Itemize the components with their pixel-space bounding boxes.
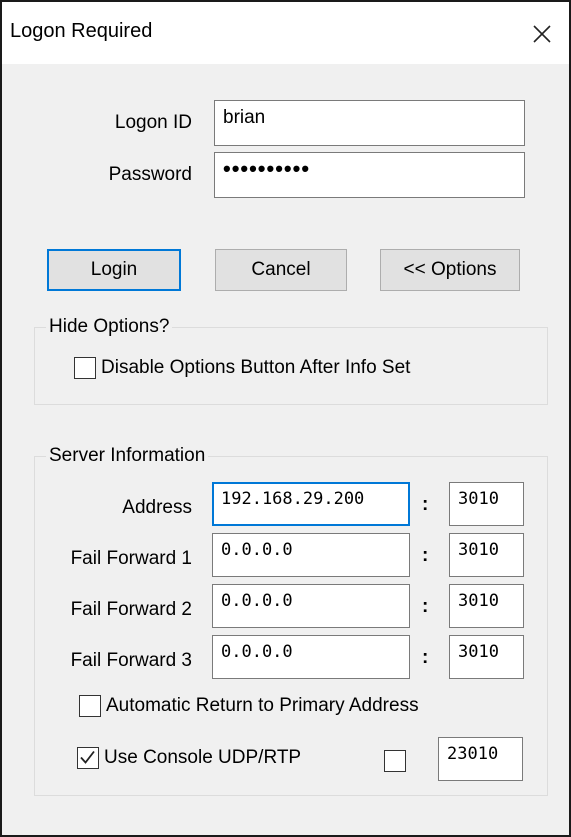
address-port-input[interactable]: 3010 xyxy=(449,482,524,526)
title-bar: Logon Required xyxy=(2,2,569,64)
udp-rtp-checkbox[interactable] xyxy=(77,747,99,769)
fail-forward-1-input[interactable]: 0.0.0.0 xyxy=(212,533,410,577)
fail-forward-2-port-input[interactable]: 3010 xyxy=(449,584,524,628)
fail-forward-2-label: Fail Forward 2 xyxy=(70,599,192,620)
udp-port-input[interactable]: 23010 xyxy=(438,737,523,781)
logon-dialog: Logon Required Logon ID brian Password •… xyxy=(0,0,571,837)
server-info-title: Server Information xyxy=(46,445,209,467)
window-title: Logon Required xyxy=(10,20,153,42)
close-button[interactable] xyxy=(520,12,564,56)
fail-forward-1-port-input[interactable]: 3010 xyxy=(449,533,524,577)
udp-extra-checkbox[interactable] xyxy=(384,750,406,772)
udp-rtp-label: Use Console UDP/RTP xyxy=(104,747,302,768)
auto-return-label: Automatic Return to Primary Address xyxy=(106,695,419,716)
disable-options-label: Disable Options Button After Info Set xyxy=(101,357,411,378)
checkmark-icon xyxy=(80,750,95,764)
colon-separator: : xyxy=(422,545,429,566)
colon-separator: : xyxy=(422,494,429,515)
fail-forward-3-port-input[interactable]: 3010 xyxy=(449,635,524,679)
logon-id-label: Logon ID xyxy=(114,112,192,133)
logon-id-input[interactable]: brian xyxy=(214,100,525,146)
colon-separator: : xyxy=(422,647,429,668)
hide-options-title: Hide Options? xyxy=(46,316,173,338)
address-input[interactable]: 192.168.29.200 xyxy=(212,482,410,526)
colon-separator: : xyxy=(422,596,429,617)
fail-forward-2-input[interactable]: 0.0.0.0 xyxy=(212,584,410,628)
disable-options-checkbox[interactable] xyxy=(74,357,96,379)
fail-forward-3-label: Fail Forward 3 xyxy=(70,650,192,671)
address-label: Address xyxy=(122,497,192,518)
cancel-button[interactable]: Cancel xyxy=(215,249,347,291)
password-label: Password xyxy=(108,164,192,185)
options-button[interactable]: << Options xyxy=(380,249,520,291)
login-button[interactable]: Login xyxy=(47,249,181,291)
fail-forward-3-input[interactable]: 0.0.0.0 xyxy=(212,635,410,679)
fail-forward-1-label: Fail Forward 1 xyxy=(70,548,192,569)
auto-return-checkbox[interactable] xyxy=(79,695,101,717)
close-icon xyxy=(533,25,551,43)
password-input[interactable]: •••••••••• xyxy=(214,152,525,198)
